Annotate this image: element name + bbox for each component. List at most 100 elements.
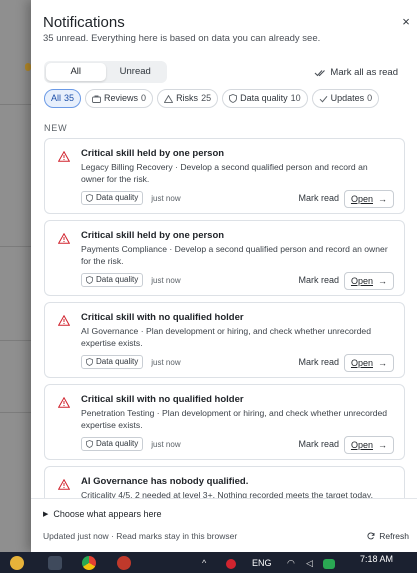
filter-chip-reviews[interactable]: Reviews 0 xyxy=(85,89,154,108)
wifi-icon[interactable]: ◠ xyxy=(287,558,295,569)
choose-label: Choose what appears here xyxy=(53,509,162,519)
background-divider xyxy=(0,340,31,341)
check-icon xyxy=(319,95,328,102)
notification-meta: Data quality just now xyxy=(81,191,181,205)
background-divider xyxy=(0,246,31,247)
double-check-icon xyxy=(315,69,326,76)
warning-icon xyxy=(58,479,70,490)
category-tag: Data quality xyxy=(81,191,144,205)
refresh-icon xyxy=(367,532,375,540)
app-icon[interactable] xyxy=(117,556,131,570)
mark-read-button[interactable]: Mark read xyxy=(298,273,339,287)
view-tabs: All Unread xyxy=(44,61,167,83)
shield-icon xyxy=(86,276,93,284)
filter-chip-count: 25 xyxy=(201,93,212,103)
category-tag: Data quality xyxy=(81,273,144,287)
notification-card[interactable]: Critical skill held by one person Legacy… xyxy=(44,138,405,214)
background-divider xyxy=(0,412,31,413)
mark-read-button[interactable]: Mark read xyxy=(298,437,339,451)
filter-chip-label: Updates xyxy=(330,93,365,103)
notification-time: just now xyxy=(151,357,181,367)
language-indicator[interactable]: ENG xyxy=(252,558,272,568)
notification-title: Critical skill with no qualified holder xyxy=(81,312,244,323)
warning-icon xyxy=(58,397,70,408)
notification-card[interactable]: Critical skill with no qualified holder … xyxy=(44,384,405,460)
filter-chips: All 35 Reviews 0 Risks 25 Data quality 1… xyxy=(44,89,380,108)
open-button-label: Open xyxy=(350,440,373,450)
filter-chip-label: All xyxy=(51,93,62,103)
open-button[interactable]: Open → xyxy=(343,272,394,290)
notification-title: AI Governance has nobody qualified. xyxy=(81,476,249,487)
mark-read-button[interactable]: Mark read xyxy=(298,355,339,369)
shield-icon xyxy=(86,358,93,366)
filter-chip-count: 10 xyxy=(290,93,301,103)
category-tag-label: Data quality xyxy=(96,193,139,202)
open-button-label: Open xyxy=(350,194,373,204)
arrow-right-icon: → xyxy=(378,276,387,286)
drawer-subtitle: 35 unread. Everything here is based on d… xyxy=(43,33,321,44)
close-icon[interactable]: × xyxy=(399,15,413,29)
filter-chip-data-quality[interactable]: Data quality 10 xyxy=(222,89,308,108)
warning-icon xyxy=(58,315,70,326)
choose-what-appears-toggle[interactable]: ▶ Choose what appears here xyxy=(43,509,161,519)
notification-meta: Data quality just now xyxy=(81,437,181,451)
shield-icon xyxy=(86,440,93,448)
warning-icon xyxy=(58,233,70,244)
notification-body: Penetration Testing · Plan development o… xyxy=(81,408,388,430)
chrome-icon[interactable] xyxy=(82,556,96,570)
mark-read-button[interactable]: Mark read xyxy=(298,191,339,205)
arrow-right-icon: → xyxy=(378,440,387,450)
notification-body: Payments Compliance · Develop a second q… xyxy=(81,244,388,266)
filter-chip-count: 35 xyxy=(64,93,75,103)
arrow-right-icon: → xyxy=(378,358,387,368)
open-button-label: Open xyxy=(350,358,373,368)
battery-icon[interactable] xyxy=(323,559,335,569)
briefcase-icon xyxy=(92,95,101,103)
filter-chip-label: Reviews xyxy=(104,93,139,103)
warning-icon xyxy=(58,151,70,162)
terminal-icon[interactable] xyxy=(48,556,62,570)
app-icon[interactable] xyxy=(10,556,24,570)
notification-title: Critical skill held by one person xyxy=(81,148,225,159)
shield-icon xyxy=(86,194,93,202)
open-button-label: Open xyxy=(350,276,373,286)
tab-unread[interactable]: Unread xyxy=(106,63,166,81)
clock-time[interactable]: 7:18 AM xyxy=(360,554,393,564)
notification-card[interactable]: AI Governance has nobody qualified. Crit… xyxy=(44,466,405,498)
caret-right-icon: ▶ xyxy=(43,511,49,518)
footer-divider xyxy=(31,498,417,499)
notification-card[interactable]: Critical skill with no qualified holder … xyxy=(44,302,405,378)
section-label-new: NEW xyxy=(44,123,68,133)
volume-icon[interactable]: ◁ xyxy=(306,558,313,569)
filter-chip-all[interactable]: All 35 xyxy=(44,89,82,108)
refresh-button[interactable]: Refresh xyxy=(367,531,409,541)
drawer-title: Notifications xyxy=(43,14,125,31)
open-button[interactable]: Open → xyxy=(343,436,394,454)
tray-icon[interactable] xyxy=(226,559,236,569)
filter-chip-count: 0 xyxy=(367,93,373,103)
notifications-drawer: Notifications 35 unread. Everything here… xyxy=(31,0,417,552)
tab-all[interactable]: All xyxy=(46,63,106,81)
arrow-right-icon: → xyxy=(378,194,387,204)
filter-chip-count: 0 xyxy=(141,93,147,103)
notification-time: just now xyxy=(151,275,181,285)
chevron-up-icon[interactable]: ^ xyxy=(202,558,206,568)
notification-title: Critical skill with no qualified holder xyxy=(81,394,244,405)
notification-body: Criticality 4/5, 2 needed at level 3+. N… xyxy=(81,490,373,498)
filter-chip-label: Data quality xyxy=(240,93,288,103)
notification-meta: Data quality just now xyxy=(81,355,181,369)
open-button[interactable]: Open → xyxy=(343,354,394,372)
mark-all-read-label: Mark all as read xyxy=(330,67,398,78)
notification-title: Critical skill held by one person xyxy=(81,230,225,241)
filter-chip-updates[interactable]: Updates 0 xyxy=(311,89,380,108)
notification-card[interactable]: Critical skill held by one person Paymen… xyxy=(44,220,405,296)
category-tag-label: Data quality xyxy=(96,275,139,284)
notification-list[interactable]: Critical skill held by one person Legacy… xyxy=(31,138,417,498)
mark-all-read-button[interactable]: Mark all as read xyxy=(314,67,398,78)
open-button[interactable]: Open → xyxy=(343,190,394,208)
notification-time: just now xyxy=(151,439,181,449)
notification-body: Legacy Billing Recovery · Develop a seco… xyxy=(81,162,368,184)
shield-icon xyxy=(229,94,238,103)
filter-chip-risks[interactable]: Risks 25 xyxy=(157,89,219,108)
category-tag: Data quality xyxy=(81,437,144,451)
